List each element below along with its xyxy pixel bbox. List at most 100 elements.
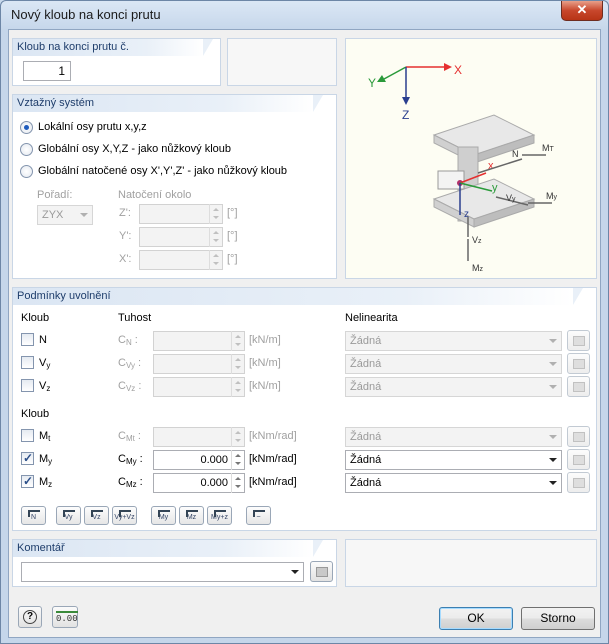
dialog-window: Nový kloub na konci prutu ✕ Kloub na kon…	[0, 0, 609, 644]
rot-x-spinner[interactable]	[209, 250, 221, 270]
preset-n-button[interactable]: N	[21, 506, 46, 525]
comment-select[interactable]	[21, 562, 304, 582]
axis-z-label: Z	[402, 108, 409, 122]
col-nonlinearity-header: Nelinearita	[345, 312, 398, 324]
nonlin-mz-edit-button[interactable]	[567, 472, 590, 493]
nonlin-my-edit-button[interactable]	[567, 449, 590, 470]
col-stiffness-header: Tuhost	[118, 312, 152, 324]
preset-vy-vz-button[interactable]: Vy+Vz	[112, 506, 137, 525]
ok-button[interactable]: OK	[439, 607, 513, 630]
stiffness-cvy-unit: [kN/m]	[249, 357, 281, 369]
release-mz-label: Mz	[39, 476, 53, 489]
help-button[interactable]: ?	[18, 606, 42, 628]
nonlin-vy-edit-button[interactable]	[567, 353, 590, 374]
reference-system-label: Vztažný systém	[13, 95, 323, 112]
hinge-picture: X Y Z x y z N MT Vy My Vz Mz	[345, 38, 597, 279]
cancel-button[interactable]: Storno	[521, 607, 595, 630]
release-mt-label: Mt	[39, 430, 51, 443]
edit-icon	[573, 382, 585, 392]
edit-icon	[573, 432, 585, 442]
release-my-checkbox[interactable]	[21, 451, 34, 465]
stiffness-cmt-unit: [kNm/rad]	[249, 430, 297, 442]
radio-global-axes[interactable]	[20, 143, 33, 156]
stiffness-cn-label: CN :	[118, 334, 138, 347]
nonlin-mt-edit-button[interactable]	[567, 426, 590, 447]
stiffness-cvz-label: CVz :	[118, 380, 142, 393]
units-icon: 0.00	[56, 611, 78, 624]
nonlin-n-edit-button[interactable]	[567, 330, 590, 351]
hinge-number-group: Kloub na konci prutu č. 1	[12, 38, 221, 86]
stiffness-cmz-spinner[interactable]	[231, 473, 243, 493]
release-vy-label: Vy	[39, 357, 51, 370]
nonlin-vy-select[interactable]: Žádná	[345, 354, 562, 374]
stiffness-cmt-spinner[interactable]	[231, 427, 243, 447]
stiffness-cn-spinner[interactable]	[231, 331, 243, 351]
release-preset-toolbar: N Vy Vz Vy+Vz My Mz My+z ~	[21, 506, 281, 526]
preset-nonlinear-button[interactable]: ~	[246, 506, 271, 525]
rot-z-unit: [°]	[227, 207, 238, 219]
hinge-moments-header: Kloub	[21, 408, 50, 420]
stiffness-cmy-unit: [kNm/rad]	[249, 453, 297, 465]
title-bar: Nový kloub na konci prutu ✕	[1, 1, 608, 29]
release-conditions-label: Podmínky uvolnění	[13, 288, 583, 305]
stiffness-cvz-spinner[interactable]	[231, 377, 243, 397]
release-vz-checkbox[interactable]	[21, 379, 34, 392]
release-n-label: N	[39, 334, 47, 346]
order-select[interactable]: ZYX	[37, 205, 93, 225]
hinge-number-label: Kloub na konci prutu č.	[13, 39, 213, 56]
edit-icon	[573, 455, 585, 465]
copy-icon	[316, 567, 328, 577]
release-vz-label: Vz	[39, 380, 51, 393]
axis-y-label: Y	[368, 76, 376, 90]
preset-vy-button[interactable]: Vy	[56, 506, 81, 525]
force-n-label: N	[512, 149, 519, 159]
radio-global-rotated-axes[interactable]	[20, 165, 33, 178]
release-n-checkbox[interactable]	[21, 333, 34, 346]
release-my-label: My	[39, 453, 53, 466]
radio-global-axes-label: Globální osy X,Y,Z - jako nůžkový kloub	[38, 143, 232, 155]
hinge-diagram: X Y Z x y z N MT Vy My Vz Mz	[368, 63, 558, 273]
rot-y-label: Y':	[119, 230, 132, 242]
radio-local-axes[interactable]	[20, 121, 33, 134]
col-hinge-header: Kloub	[21, 312, 50, 324]
radio-global-rotated-axes-label: Globální natočené osy X',Y',Z' - jako nů…	[38, 165, 288, 177]
nonlin-mt-select[interactable]: Žádná	[345, 427, 562, 447]
rot-x-label: X':	[119, 253, 132, 265]
empty-panel	[227, 38, 337, 86]
rotation-label: Natočení okolo	[118, 189, 192, 201]
close-button[interactable]: ✕	[561, 1, 603, 21]
preset-my-mz-button[interactable]: My+z	[207, 506, 232, 525]
nonlin-n-select[interactable]: Žádná	[345, 331, 562, 351]
help-icon: ?	[23, 610, 37, 624]
stiffness-cmy-spinner[interactable]	[231, 450, 243, 470]
rot-x-unit: [°]	[227, 253, 238, 265]
nonlin-vz-edit-button[interactable]	[567, 376, 590, 397]
stiffness-cmz-label: CMz :	[118, 476, 143, 489]
rot-z-spinner[interactable]	[209, 204, 221, 224]
rot-y-spinner[interactable]	[209, 227, 221, 247]
force-vz-label: Vz	[472, 235, 482, 245]
preset-vz-button[interactable]: Vz	[84, 506, 109, 525]
preset-mz-button[interactable]: Mz	[179, 506, 204, 525]
comment-library-button[interactable]	[310, 561, 333, 582]
nonlin-mz-select[interactable]: Žádná	[345, 473, 562, 493]
rot-z-label: Z':	[119, 207, 131, 219]
comment-group: Komentář	[12, 539, 337, 587]
hinge-number-field[interactable]: 1	[23, 61, 71, 81]
order-label: Pořadí:	[37, 189, 73, 201]
local-y-label: y	[492, 182, 498, 194]
release-mz-checkbox[interactable]	[21, 474, 34, 488]
stiffness-cvy-spinner[interactable]	[231, 354, 243, 374]
nonlin-vz-select[interactable]: Žádná	[345, 377, 562, 397]
window-title: Nový kloub na konci prutu	[11, 7, 161, 22]
moment-my-label: My	[546, 191, 558, 201]
preset-my-button[interactable]: My	[151, 506, 176, 525]
nonlin-my-select[interactable]: Žádná	[345, 450, 562, 470]
units-button[interactable]: 0.00	[52, 606, 78, 628]
radio-local-axes-label: Lokální osy prutu x,y,z	[38, 121, 147, 133]
release-mt-checkbox[interactable]	[21, 429, 34, 442]
edit-icon	[573, 359, 585, 369]
edit-icon	[573, 478, 585, 488]
dialog-client: Kloub na konci prutu č. 1 X Y Z x y z N …	[8, 29, 601, 638]
release-vy-checkbox[interactable]	[21, 356, 34, 369]
